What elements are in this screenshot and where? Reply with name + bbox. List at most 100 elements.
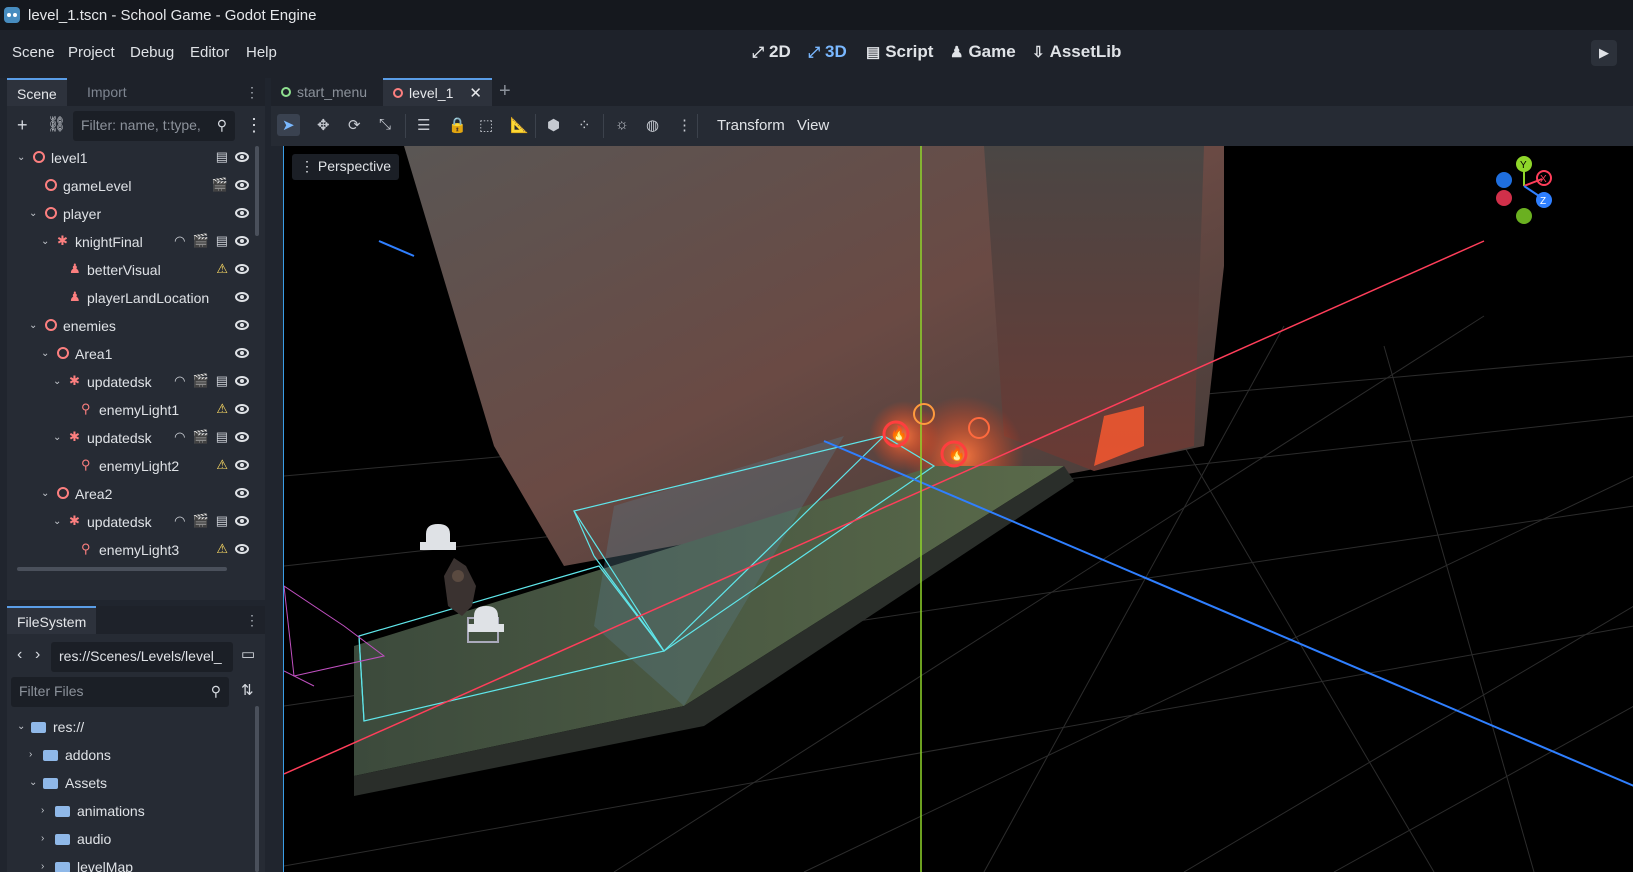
tree-item-area1[interactable]: ⌄ Area1 (17, 341, 249, 369)
script-icon[interactable]: ▤ (216, 513, 228, 529)
play-icon[interactable]: ▶ (1591, 40, 1617, 66)
collapse-arrow-icon[interactable]: ⌄ (53, 516, 63, 527)
instance-clapper-icon[interactable]: 🎬 (212, 177, 228, 193)
visibility-eye-icon[interactable] (235, 460, 249, 470)
expand-arrow-icon[interactable]: › (41, 861, 51, 872)
warning-icon[interactable]: ⚠ (216, 401, 228, 417)
filter-files-input[interactable]: Filter Files ⚲ (11, 677, 229, 707)
scene-tab-level-1[interactable]: level_1 ✕ (383, 78, 492, 106)
fs-item-res[interactable]: ⌄ res:// (17, 714, 249, 742)
visibility-eye-icon[interactable] (235, 376, 249, 386)
forward-icon[interactable]: › (35, 646, 40, 664)
local-space-icon[interactable]: ⬢ (547, 116, 560, 134)
sort-icon[interactable]: ⇅ (241, 682, 254, 700)
collapse-arrow-icon[interactable]: ⌄ (29, 320, 39, 331)
scene-tree-scrollbar[interactable] (255, 146, 259, 236)
signal-icon[interactable]: ◠ (174, 429, 185, 445)
tree-item-updatedsk[interactable]: ⌄ ✱ updatedsk ◠ 🎬 ▤ (17, 425, 249, 453)
close-icon[interactable]: ✕ (469, 84, 482, 102)
group-icon[interactable]: ⬚ (479, 116, 493, 134)
scene-tab-start-menu[interactable]: start_menu (271, 78, 377, 106)
collapse-arrow-icon[interactable]: ⌄ (17, 152, 27, 163)
scene-options-icon[interactable]: ⋮ (245, 116, 263, 134)
collapse-arrow-icon[interactable]: ⌄ (17, 721, 27, 732)
visibility-eye-icon[interactable] (235, 180, 249, 190)
select-tool-icon[interactable]: ➤ (277, 114, 300, 136)
warning-icon[interactable]: ⚠ (216, 541, 228, 557)
instance-clapper-icon[interactable]: 🎬 (193, 513, 209, 529)
collapse-arrow-icon[interactable]: ⌄ (41, 348, 51, 359)
view-menu[interactable]: View (797, 117, 829, 134)
collapse-arrow-icon[interactable]: ⌄ (41, 236, 51, 247)
visibility-eye-icon[interactable] (235, 516, 249, 526)
collapse-arrow-icon[interactable]: ⌄ (53, 376, 63, 387)
instance-clapper-icon[interactable]: 🎬 (193, 233, 209, 249)
perspective-menu-button[interactable]: ⋮ Perspective (292, 154, 400, 180)
dock-menu-icon[interactable]: ⋮ (245, 612, 259, 629)
dock-menu-icon[interactable]: ⋮ (245, 84, 259, 101)
collapse-arrow-icon[interactable]: ⌄ (29, 208, 39, 219)
visibility-eye-icon[interactable] (235, 488, 249, 498)
tree-item-bettervisual[interactable]: ♟ betterVisual ⚠ (17, 257, 249, 285)
tree-item-enemylight2[interactable]: ⚲ enemyLight2 ⚠ (17, 453, 249, 481)
workspace-script-button[interactable]: ▤ Script (866, 42, 933, 62)
collapse-arrow-icon[interactable]: ⌄ (29, 777, 39, 788)
visibility-eye-icon[interactable] (235, 348, 249, 358)
tree-item-updatedsk[interactable]: ⌄ ✱ updatedsk ◠ 🎬 ▤ (17, 509, 249, 537)
workspace-game-button[interactable]: ♟ Game (950, 42, 1016, 62)
fs-item-animations[interactable]: › animations (17, 798, 249, 826)
instance-clapper-icon[interactable]: 🎬 (193, 373, 209, 389)
link-icon[interactable]: ⛓ (47, 116, 66, 134)
tree-item-knightfinal[interactable]: ⌄ ✱ knightFinal ◠ 🎬 ▤ (17, 229, 249, 257)
signal-icon[interactable]: ◠ (174, 233, 185, 249)
visibility-eye-icon[interactable] (235, 264, 249, 274)
tree-item-enemies[interactable]: ⌄ enemies (17, 313, 249, 341)
transform-menu[interactable]: Transform (717, 117, 785, 134)
tree-item-updatedsk[interactable]: ⌄ ✱ updatedsk ◠ 🎬 ▤ (17, 369, 249, 397)
move-tool-icon[interactable]: ✥ (317, 116, 330, 134)
fs-item-audio[interactable]: › audio (17, 826, 249, 854)
instance-clapper-icon[interactable]: 🎬 (193, 429, 209, 445)
menu-help[interactable]: Help (246, 44, 277, 61)
tree-item-player[interactable]: ⌄ player (17, 201, 249, 229)
fs-item-addons[interactable]: › addons (17, 742, 249, 770)
ruler-icon[interactable]: 📐 (510, 116, 529, 134)
visibility-eye-icon[interactable] (235, 208, 249, 218)
scale-tool-icon[interactable]: ⤡ (379, 116, 391, 133)
snap-icon[interactable]: ⁘ (578, 116, 591, 134)
expand-arrow-icon[interactable]: › (41, 833, 51, 844)
menu-editor[interactable]: Editor (190, 44, 229, 61)
visibility-eye-icon[interactable] (235, 236, 249, 246)
tree-item-area2[interactable]: ⌄ Area2 (17, 481, 249, 509)
visibility-eye-icon[interactable] (235, 544, 249, 554)
visibility-eye-icon[interactable] (235, 404, 249, 414)
signal-icon[interactable]: ◠ (174, 373, 185, 389)
add-scene-tab-icon[interactable]: + (499, 80, 511, 103)
script-icon[interactable]: ▤ (216, 233, 228, 249)
back-icon[interactable]: ‹ (17, 646, 22, 664)
path-input[interactable]: res://Scenes/Levels/level_ (51, 642, 233, 672)
tree-item-level1[interactable]: ⌄ level1 ▤ (17, 145, 249, 173)
menu-debug[interactable]: Debug (130, 44, 174, 61)
workspace-assetlib-button[interactable]: ⇩ AssetLib (1032, 42, 1121, 62)
scene-tree-hscrollbar[interactable] (17, 567, 227, 571)
tab-filesystem[interactable]: FileSystem (7, 606, 97, 634)
tree-item-enemylight3[interactable]: ⚲ enemyLight3 ⚠ (17, 537, 249, 565)
menu-scene[interactable]: Scene (12, 44, 55, 61)
visibility-eye-icon[interactable] (235, 432, 249, 442)
tab-scene[interactable]: Scene (7, 78, 67, 106)
script-icon[interactable]: ▤ (216, 373, 228, 389)
tree-item-enemylight1[interactable]: ⚲ enemyLight1 ⚠ (17, 397, 249, 425)
environment-preview-icon[interactable]: ◍ (646, 116, 659, 134)
collapse-arrow-icon[interactable]: ⌄ (53, 432, 63, 443)
expand-arrow-icon[interactable]: › (29, 749, 39, 760)
fs-item-assets[interactable]: ⌄ Assets (17, 770, 249, 798)
script-icon[interactable]: ▤ (216, 429, 228, 445)
filesystem-scrollbar[interactable] (255, 706, 259, 872)
warning-icon[interactable]: ⚠ (216, 261, 228, 277)
script-icon[interactable]: ▤ (216, 149, 228, 165)
fs-item-levelmap[interactable]: › levelMap (17, 854, 249, 872)
scene-filter-input[interactable]: Filter: name, t:type, ⚲ (73, 111, 235, 141)
tab-import[interactable]: Import (77, 78, 137, 106)
visibility-eye-icon[interactable] (235, 152, 249, 162)
